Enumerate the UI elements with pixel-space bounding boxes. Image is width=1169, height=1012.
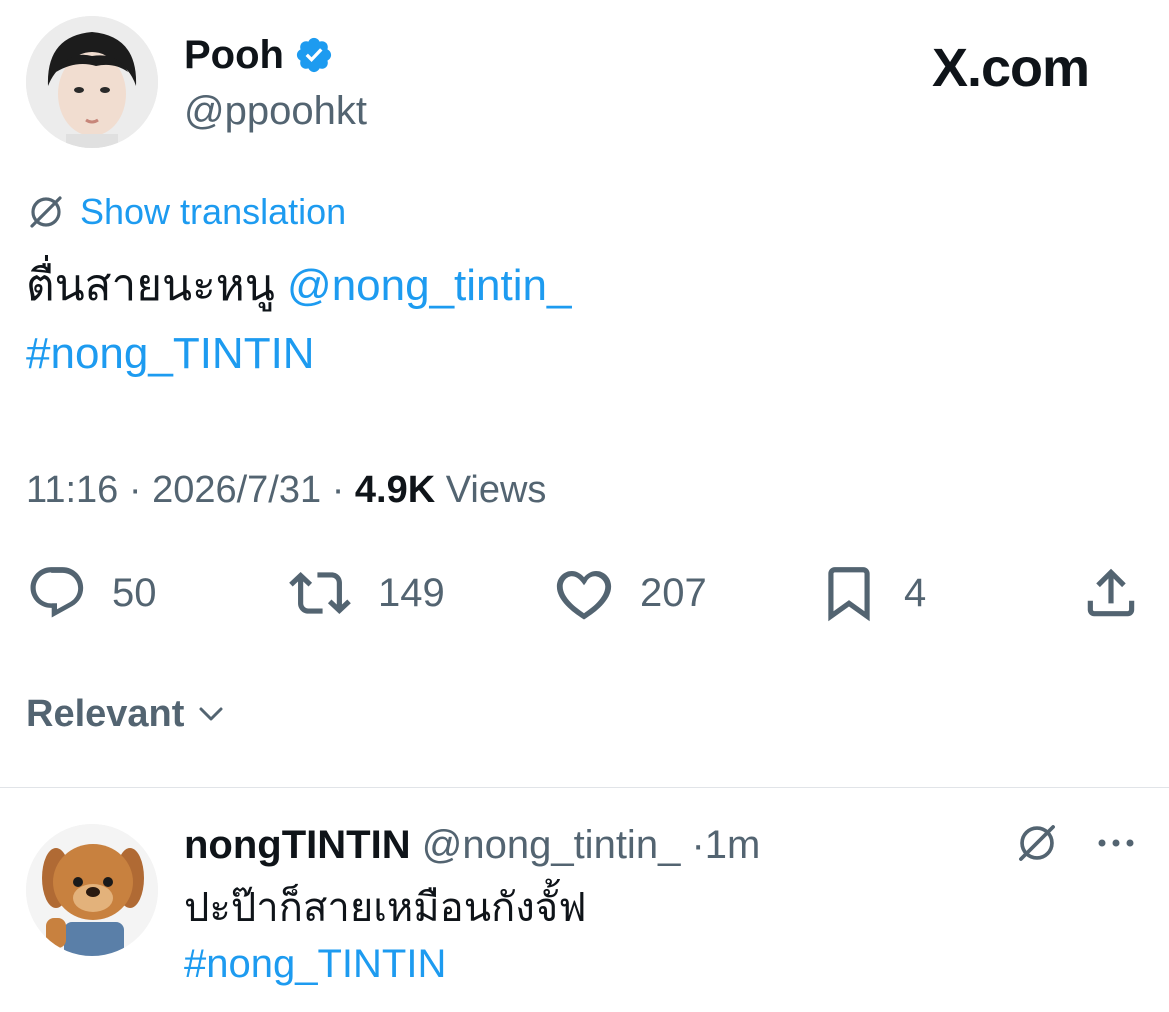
translate-icon — [1019, 825, 1055, 861]
show-translation-label[interactable]: Show translation — [80, 190, 346, 234]
reply-author-name[interactable]: nongTINTIN — [184, 823, 411, 867]
views-count: 4.9K — [354, 469, 436, 511]
reply-separator: · — [691, 823, 705, 867]
reply-hashtag-link[interactable]: #nong_TINTIN — [184, 938, 446, 990]
reply-button[interactable]: 50 — [26, 562, 157, 624]
bookmark-icon — [828, 567, 870, 622]
author-avatar[interactable] — [26, 16, 158, 148]
sort-dropdown[interactable]: Relevant — [26, 690, 226, 738]
like-icon — [556, 571, 612, 620]
tweet-meta: 11:16 · 2026/7/31 · 4.9K Views — [26, 466, 546, 514]
share-button[interactable] — [1080, 562, 1166, 624]
meta-separator-2: · — [331, 469, 345, 511]
translate-icon — [30, 196, 62, 228]
reply-author-avatar[interactable] — [26, 824, 158, 956]
more-icon — [1098, 839, 1134, 847]
chevron-down-icon — [199, 707, 223, 721]
reply-count: 50 — [112, 571, 157, 615]
reply-text: ปะป๊าก็สายเหมือนกังจั้ฟ — [184, 886, 587, 930]
reply-icon — [30, 567, 84, 618]
views-label: Views — [445, 469, 547, 511]
share-icon — [1087, 568, 1135, 617]
divider — [0, 787, 1169, 788]
reply-more-button[interactable] — [1094, 828, 1138, 863]
tweet-date[interactable]: 2026/7/31 — [152, 469, 321, 511]
author-handle[interactable]: @ppoohkt — [184, 86, 367, 136]
tweet-time[interactable]: 11:16 — [26, 469, 118, 511]
bookmark-count: 4 — [904, 571, 927, 615]
brand-label: X.com — [932, 38, 1090, 98]
verified-badge-icon — [296, 37, 332, 73]
like-button[interactable]: 207 — [552, 562, 707, 624]
tweet-text-main: ตื่นสายนะหนู — [26, 261, 275, 310]
sort-label[interactable]: Relevant — [26, 690, 184, 738]
author-name[interactable]: Pooh — [184, 30, 334, 80]
mention-link[interactable]: @nong_tintin_ — [287, 261, 571, 310]
reply-header: nongTINTIN @nong_tintin_ ·1m — [184, 820, 760, 870]
reply-translate-button[interactable] — [1014, 820, 1060, 871]
meta-separator-1: · — [128, 469, 142, 511]
author-name-text[interactable]: Pooh — [184, 30, 284, 80]
show-translation-button[interactable]: Show translation — [26, 190, 346, 234]
retweet-count: 149 — [378, 571, 445, 615]
reply-time[interactable]: 1m — [705, 823, 761, 867]
retweet-button[interactable]: 149 — [286, 562, 445, 624]
reply-author-handle[interactable]: @nong_tintin_ — [422, 823, 681, 867]
bookmark-button[interactable]: 4 — [818, 562, 926, 624]
like-count: 207 — [640, 571, 707, 615]
tweet-text: ตื่นสายนะหนู @nong_tintin_ — [26, 258, 571, 314]
retweet-icon — [289, 572, 351, 614]
hashtag-link[interactable]: #nong_TINTIN — [26, 326, 315, 382]
